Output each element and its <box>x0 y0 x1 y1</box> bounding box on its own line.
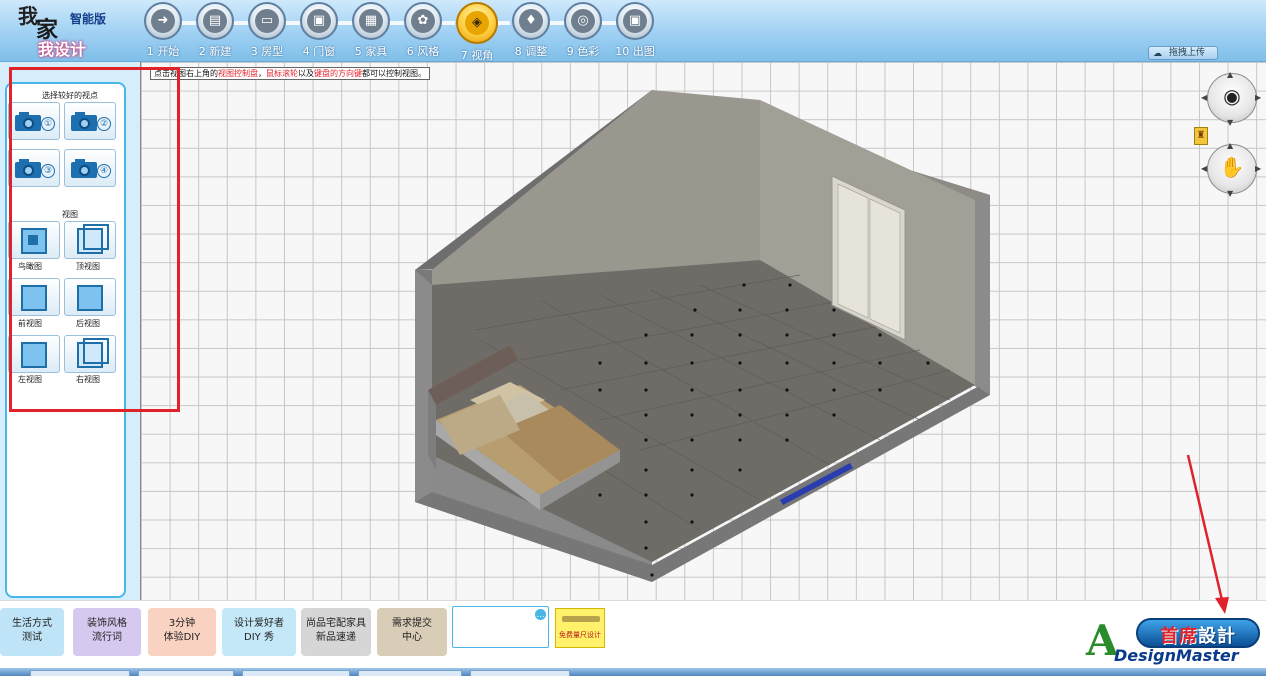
bottom-bar: 生活方式 测试 装饰风格 流行词 3分钟 体验DIY 设计爱好者 DIY 秀 尚… <box>0 600 1266 668</box>
style-icon: ✿ <box>411 9 435 33</box>
arrow-up-icon[interactable]: ▲ <box>1227 141 1233 150</box>
step-new[interactable]: ▤ 2 新建 <box>190 2 240 59</box>
tile-line1: 设计爱好者 <box>234 618 284 629</box>
tile-line1: 3分钟 <box>168 618 196 629</box>
app-logo: 我 家 智能版 我设计 <box>0 0 140 62</box>
logo-edition: 智能版 <box>70 12 107 26</box>
lamp-icon: ♦ <box>519 9 543 33</box>
taskbar-button[interactable] <box>242 670 350 676</box>
arrow-left-icon[interactable]: ◀ <box>1201 93 1207 102</box>
diy-experience-tile[interactable]: 3分钟 体验DIY <box>148 608 216 656</box>
arrow-down-icon[interactable]: ▼ <box>1227 189 1233 198</box>
step-doors-windows[interactable]: ▣ 4 门窗 <box>294 2 344 59</box>
arrow-right-icon[interactable]: ▶ <box>1255 93 1261 102</box>
step-label: 8 调整 <box>514 45 548 58</box>
cloud-icon: ☁ <box>1153 49 1162 59</box>
designmaster-logo: A 首席設計 DesignMaster <box>1086 618 1264 668</box>
step-furniture[interactable]: ▦ 5 家具 <box>346 2 396 59</box>
step-label: 1 开始 <box>146 45 180 58</box>
logo-english: DesignMaster <box>1114 646 1239 665</box>
step-floorplan[interactable]: ▭ 3 房型 <box>242 2 292 59</box>
step-label: 4 门窗 <box>302 45 336 58</box>
step-label: 3 房型 <box>250 45 284 58</box>
tile-line2: 中心 <box>402 632 422 643</box>
drag-upload-button[interactable]: ☁ 拖拽上传 <box>1148 46 1218 60</box>
tile-line1: 装饰风格 <box>87 618 127 629</box>
upload-label: 拖拽上传 <box>1169 48 1206 58</box>
decor-style-tile[interactable]: 装饰风格 流行词 <box>73 608 141 656</box>
hint-text: 以及 <box>298 69 314 78</box>
tile-line1: 尚品宅配家具 <box>306 618 366 629</box>
free-measure-banner[interactable]: 免费量尺设计 <box>555 608 605 648</box>
step-navigation: ➜ 1 开始 ▤ 2 新建 ▭ 3 房型 ▣ 4 门窗 ▦ 5 家具 ✿ 6 风… <box>142 2 662 63</box>
taskbar-button[interactable] <box>470 670 570 676</box>
highlight-box <box>9 67 180 412</box>
arrow-down-icon[interactable]: ▼ <box>1227 118 1233 127</box>
arrow-right-icon: ➜ <box>151 9 175 33</box>
taskbar-button[interactable] <box>30 670 130 676</box>
step-label: 2 新建 <box>198 45 232 58</box>
cabinet-icon: ▦ <box>359 9 383 33</box>
step-start[interactable]: ➜ 1 开始 <box>138 2 188 59</box>
logo-chinese-white: 設計 <box>1198 626 1236 647</box>
window-icon: ▣ <box>307 9 331 33</box>
step-viewpoint[interactable]: ◈ 7 视角 <box>452 2 502 63</box>
ruler-icon <box>562 616 600 622</box>
palette-icon: ◎ <box>571 9 595 33</box>
hand-icon: ✋ <box>1219 155 1245 179</box>
chat-bubble-icon[interactable]: … <box>535 609 546 620</box>
eye-icon: ◉ <box>1223 84 1241 108</box>
hint-highlight: 鼠标滚轮 <box>266 69 298 78</box>
tile-line2: 体验DIY <box>163 632 201 643</box>
logo-wo: 我 <box>18 4 38 28</box>
hint-text: 都可以控制视图。 <box>362 69 426 78</box>
diy-show-tile[interactable]: 设计爱好者 DIY 秀 <box>222 608 296 656</box>
step-adjust[interactable]: ♦ 8 调整 <box>506 2 556 59</box>
view-control-hint: 点击视图右上角的视图控制盘，鼠标滚轮以及键盘的方向键都可以控制视图。 <box>150 67 430 80</box>
tile-line2: 测试 <box>22 632 42 643</box>
logo-chinese: 首席設計 <box>1160 622 1236 648</box>
camera-icon: ▣ <box>623 9 647 33</box>
3d-viewport[interactable] <box>140 62 1266 600</box>
lifestyle-test-tile[interactable]: 生活方式 测试 <box>0 608 64 656</box>
step-style[interactable]: ✿ 6 风格 <box>398 2 448 59</box>
tile-line1: 生活方式 <box>12 618 52 629</box>
hint-highlight: 视图控制盘 <box>218 69 258 78</box>
arrow-up-icon[interactable]: ▲ <box>1227 70 1233 79</box>
step-color[interactable]: ◎ 9 色彩 <box>558 2 608 59</box>
taskbar-button[interactable] <box>138 670 234 676</box>
document-icon: ▤ <box>203 9 227 33</box>
floorplan-icon: ▭ <box>255 9 279 33</box>
tile-line2: 新品速递 <box>316 632 356 643</box>
chat-input[interactable]: … <box>452 606 549 648</box>
logo-subtitle: 我设计 <box>38 40 87 59</box>
view-rotate-control[interactable]: ▲ ▼ ◀ ▶ ◉ <box>1200 70 1262 128</box>
step-label: 9 色彩 <box>566 45 600 58</box>
hint-highlight: 键盘的方向键 <box>314 69 362 78</box>
step-label: 5 家具 <box>354 45 388 58</box>
banner-text: 免费量尺设计 <box>559 631 601 639</box>
arrow-left-icon[interactable]: ◀ <box>1201 164 1207 173</box>
step-label: 7 视角 <box>460 49 494 62</box>
top-toolbar: 我 家 智能版 我设计 ➜ 1 开始 ▤ 2 新建 ▭ 3 房型 ▣ 4 门窗 <box>0 0 1266 62</box>
step-output[interactable]: ▣ 10 出图 <box>610 2 660 59</box>
logo-chinese-red: 首席 <box>1160 626 1198 647</box>
tile-line1: 需求提交 <box>392 618 432 629</box>
request-center-tile[interactable]: 需求提交 中心 <box>377 608 447 656</box>
step-label: 10 出图 <box>615 45 655 58</box>
arrow-right-icon[interactable]: ▶ <box>1255 164 1261 173</box>
step-label: 6 风格 <box>406 45 440 58</box>
cube-icon: ◈ <box>465 11 489 35</box>
tile-line2: 流行词 <box>92 632 122 643</box>
tile-line2: DIY 秀 <box>244 632 274 643</box>
taskbar-button[interactable] <box>358 670 462 676</box>
hint-text: ， <box>258 69 266 78</box>
new-furniture-tile[interactable]: 尚品宅配家具 新品速递 <box>301 608 371 656</box>
view-pan-control[interactable]: ▲ ▼ ◀ ▶ ✋ <box>1200 141 1262 199</box>
